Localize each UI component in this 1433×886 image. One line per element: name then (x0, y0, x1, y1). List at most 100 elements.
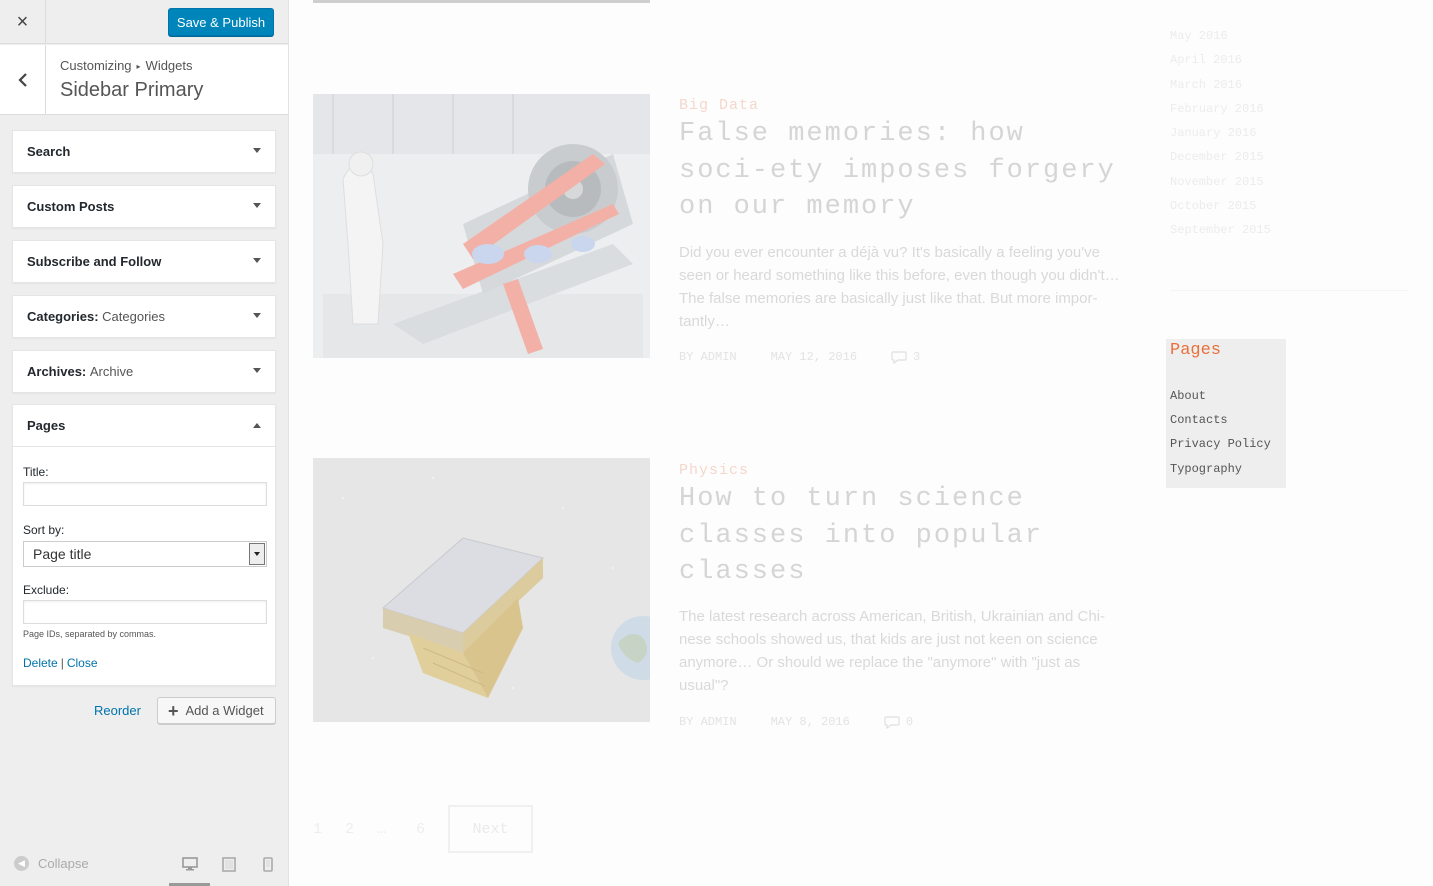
comment-count: 0 (905, 715, 914, 729)
page-link[interactable]: 2 (345, 821, 354, 838)
post-category[interactable]: Physics (679, 462, 749, 479)
post-comments[interactable]: 3 (891, 350, 920, 364)
desktop-icon[interactable] (181, 855, 199, 873)
title-field-label: Title: (23, 465, 49, 479)
sort-by-value: Page title (33, 546, 92, 562)
section-header: Customizing ▸ Widgets Sidebar Primary (0, 45, 288, 115)
collapse-arrow-icon: ◀ (14, 856, 29, 871)
pagination: 1 2 … 6 Next (313, 805, 534, 853)
add-widget-button[interactable]: + Add a Widget (157, 697, 276, 724)
widget-title: Search (27, 144, 71, 159)
breadcrumb-root: Customizing (60, 58, 132, 73)
select-arrow-icon[interactable] (249, 543, 265, 565)
pages-widget-heading: Pages (1170, 341, 1222, 360)
archive-link[interactable]: November 2015 (1170, 175, 1271, 199)
archive-link[interactable]: December 2015 (1170, 150, 1271, 174)
post-meta: BY ADMIN MAY 8, 2016 0 (679, 715, 913, 729)
close-widget-link[interactable]: Close (67, 656, 98, 670)
widget-subscribe-follow[interactable]: Subscribe and Follow (12, 240, 276, 283)
sort-field-label: Sort by: (23, 523, 65, 537)
post-author[interactable]: BY ADMIN (679, 715, 737, 729)
archive-link[interactable]: January 2016 (1170, 126, 1271, 150)
customizer-footer: ◀ Collapse (0, 845, 288, 886)
collapse-label: Collapse (38, 856, 89, 871)
archive-link[interactable]: February 2016 (1170, 102, 1271, 126)
widget-title: Custom Posts (27, 199, 115, 214)
caret-down-icon[interactable] (253, 148, 261, 153)
post-comments[interactable]: 0 (884, 715, 913, 729)
pages-widget-preview: Pages About Contacts Privacy Policy Typo… (1166, 339, 1286, 488)
caret-down-icon[interactable] (253, 203, 261, 208)
title-input[interactable] (23, 482, 267, 506)
mobile-icon[interactable] (259, 855, 277, 873)
post-thumbnail-lab[interactable] (313, 94, 650, 358)
delete-widget-link[interactable]: Delete (23, 656, 58, 670)
widget-actions: Delete | Close (23, 656, 98, 670)
previous-post-image-edge (313, 0, 650, 3)
page-link-about[interactable]: About (1170, 389, 1206, 403)
plus-icon: + (168, 700, 179, 721)
link-separator: | (60, 656, 64, 670)
caret-down-icon[interactable] (253, 258, 261, 263)
post-date: MAY 12, 2016 (770, 350, 858, 364)
archive-link[interactable]: March 2016 (1170, 78, 1271, 102)
tablet-icon[interactable] (220, 855, 238, 873)
breadcrumb: Customizing ▸ Widgets (60, 58, 193, 73)
page-link-contacts[interactable]: Contacts (1170, 413, 1228, 427)
caret-down-icon[interactable] (253, 313, 261, 318)
post-excerpt: The latest research across American, Bri… (679, 608, 1106, 694)
archive-link[interactable]: October 2015 (1170, 199, 1271, 223)
reorder-link[interactable]: Reorder (94, 703, 141, 718)
breadcrumb-separator: ▸ (136, 62, 141, 71)
collapse-button[interactable]: ◀ Collapse (14, 856, 89, 871)
breadcrumb-section: Widgets (145, 58, 193, 73)
close-customizer-button[interactable]: × (0, 0, 46, 44)
post-author[interactable]: BY ADMIN (679, 350, 737, 364)
post-meta: BY ADMIN MAY 12, 2016 3 (679, 350, 920, 364)
exclude-field-label: Exclude: (23, 583, 70, 597)
customizer-header: × Save & Publish (0, 0, 288, 44)
archive-link[interactable]: April 2016 (1170, 53, 1271, 77)
site-preview: Big Data False memories: how soci-ety im… (289, 0, 1433, 886)
next-page-button[interactable]: Next (448, 805, 534, 853)
exclude-hint: Page IDs, separated by commas. (23, 629, 157, 639)
post-excerpt: Did you ever encounter a déjà vu? It's b… (679, 244, 1120, 330)
widget-pages-header[interactable]: Pages (13, 405, 275, 447)
widget-search[interactable]: Search (12, 130, 276, 173)
page-link-typography[interactable]: Typography (1170, 462, 1242, 476)
save-publish-button[interactable]: Save & Publish (168, 8, 274, 36)
widget-pages: Pages Title: Sort by: Page title Exclude… (12, 404, 276, 686)
chevron-left-icon (17, 72, 27, 87)
customizer-sidebar: × Save & Publish Customizing ▸ Widgets Sid… (0, 0, 289, 886)
archives-list: May 2016 April 2016 March 2016 February … (1170, 29, 1271, 248)
page-link[interactable]: 1 (313, 821, 322, 838)
caret-down-icon[interactable] (253, 368, 261, 373)
post-title[interactable]: How to turn science classes into popular… (679, 481, 1119, 591)
widget-archives[interactable]: Archives: Archive (12, 350, 276, 393)
widget-title: Subscribe and Follow (27, 254, 162, 269)
section-title: Sidebar Primary (60, 79, 204, 101)
page-link-privacy-policy[interactable]: Privacy Policy (1170, 437, 1271, 451)
post-thumbnail-satellite[interactable] (313, 458, 650, 722)
widget-custom-posts[interactable]: Custom Posts (12, 185, 276, 228)
sidebar-divider (1170, 290, 1408, 291)
comment-icon (891, 350, 907, 364)
post-category[interactable]: Big Data (679, 97, 759, 114)
page-ellipsis: … (377, 820, 387, 838)
widget-categories[interactable]: Categories: Categories (12, 295, 276, 338)
archive-link[interactable]: May 2016 (1170, 29, 1271, 53)
back-button[interactable] (0, 45, 46, 114)
post-date: MAY 8, 2016 (770, 715, 850, 729)
comment-count: 3 (913, 350, 921, 364)
comment-icon (884, 715, 900, 729)
widget-title: Pages (27, 418, 66, 433)
caret-up-icon[interactable] (253, 423, 261, 428)
exclude-input[interactable] (23, 600, 267, 624)
post-title[interactable]: False memories: how soci-ety imposes for… (679, 116, 1119, 226)
add-widget-label: Add a Widget (185, 703, 264, 718)
widget-title: Archives: Archive (27, 364, 134, 379)
sort-by-select[interactable]: Page title (23, 541, 267, 567)
page-link[interactable]: 6 (416, 821, 425, 838)
widget-title: Categories: Categories (27, 309, 166, 324)
archive-link[interactable]: September 2015 (1170, 223, 1271, 247)
